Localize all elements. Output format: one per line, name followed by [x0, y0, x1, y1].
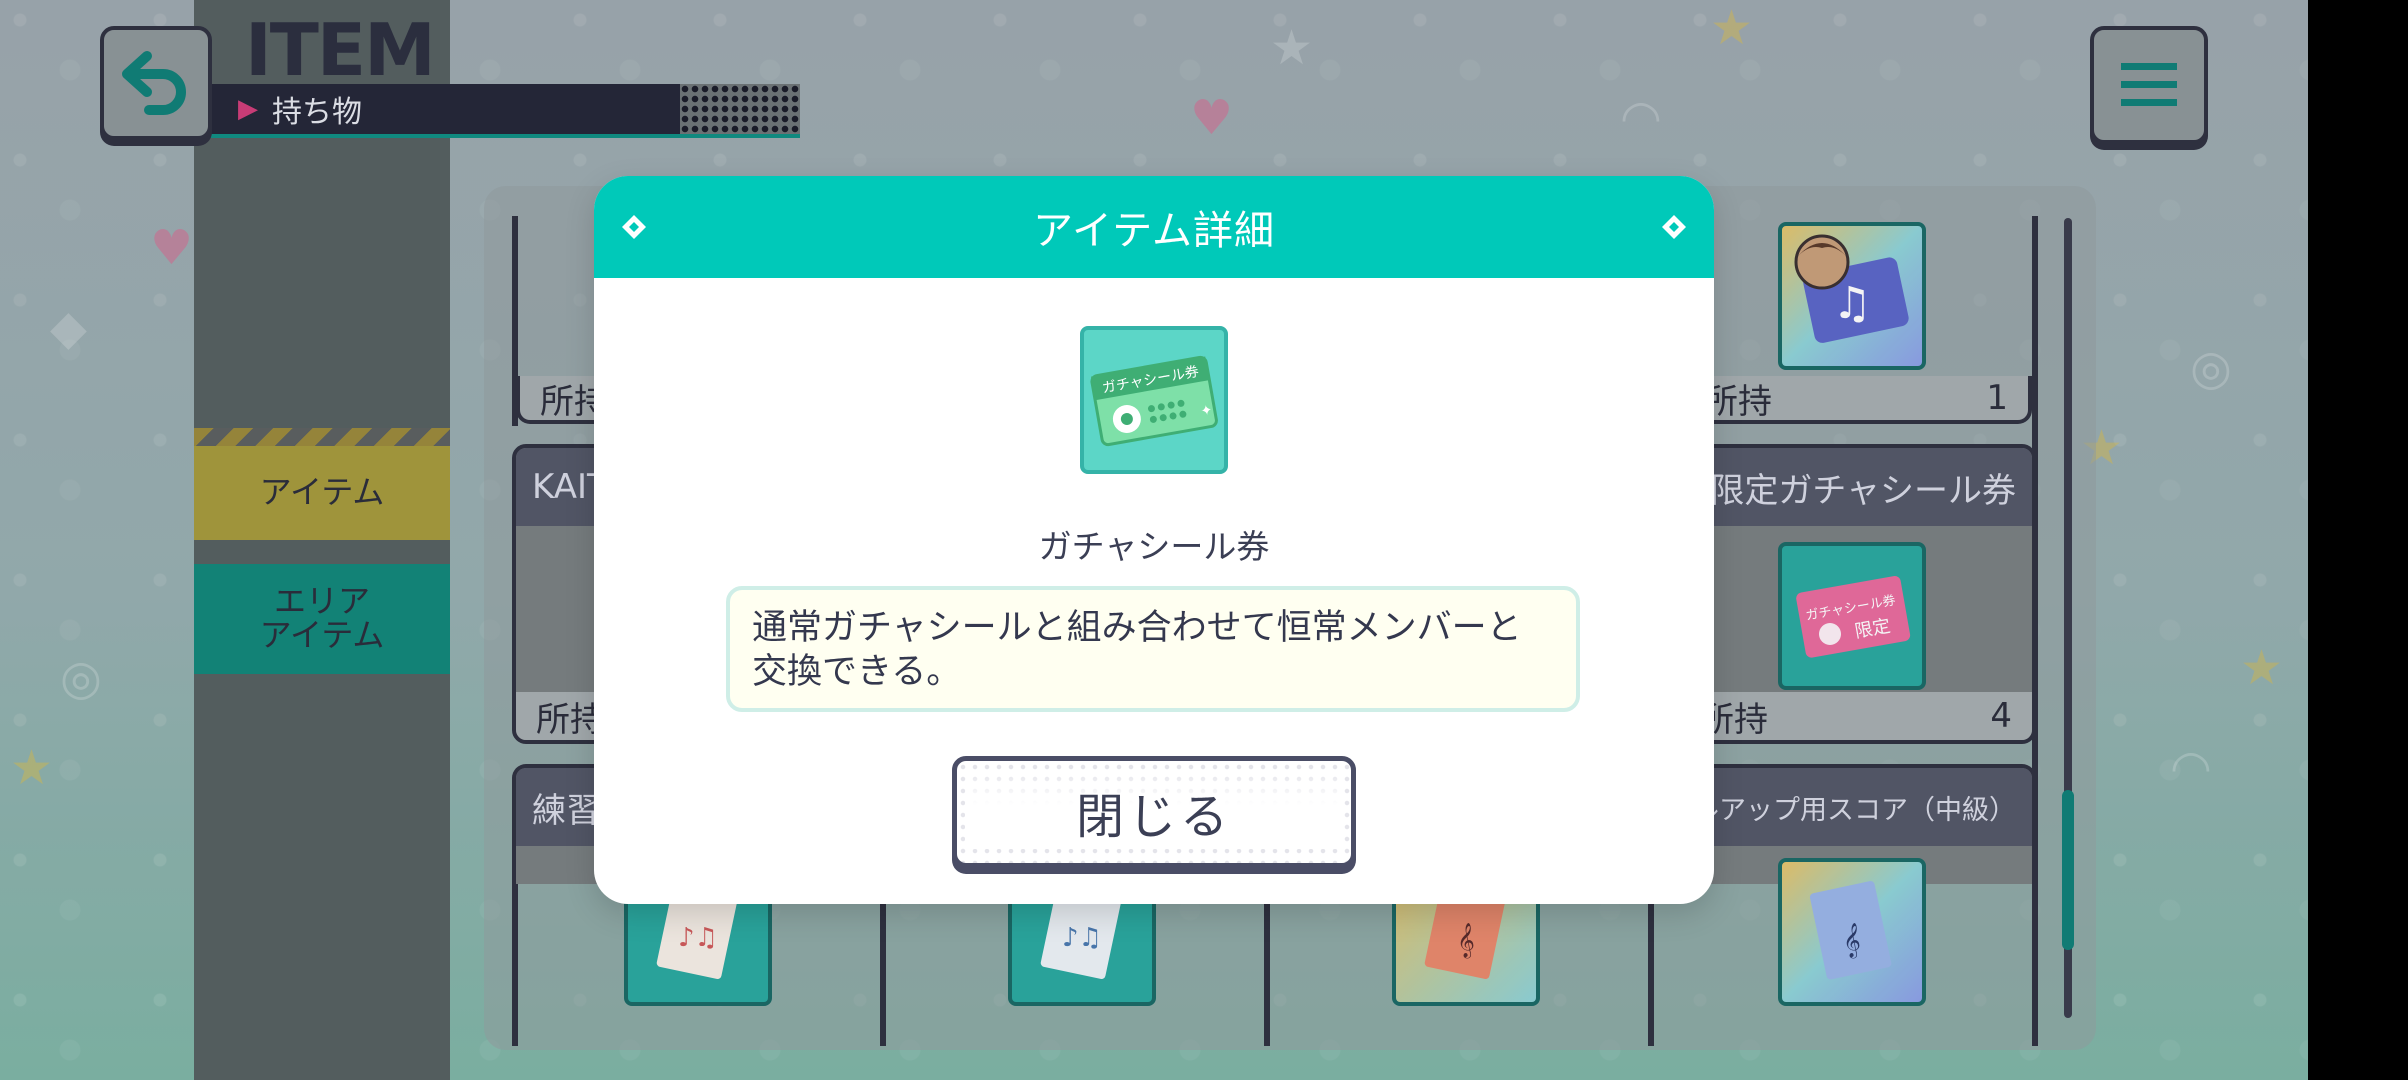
close-button[interactable]: 閉じる	[952, 756, 1356, 868]
item-description: 通常ガチャシールと組み合わせて恒常メンバーと交換できる。	[726, 586, 1580, 712]
close-button-label: 閉じる	[1075, 789, 1232, 845]
gacha-ticket-icon: ガチャシール券 ✦	[1080, 326, 1228, 474]
item-detail-dialog: アイテム詳細 ガチャシール券 ✦ ガチャシール券 通常ガチャシールと組み合わせて…	[594, 176, 1714, 904]
diamond-icon	[1662, 215, 1686, 239]
dialog-title: アイテム詳細	[1033, 208, 1275, 254]
dialog-header: アイテム詳細	[594, 176, 1714, 278]
diamond-icon	[622, 215, 646, 239]
item-name: ガチャシール券	[1038, 527, 1270, 566]
ticket-graphic: ガチャシール券 ✦	[1090, 355, 1218, 447]
app-screen: ◆ ★ ★ ♥ ◠ ★ ★ ◎ ◎ ★ ♥ △ ♫ ◠ アイテム エリア アイテ…	[0, 0, 2308, 1080]
